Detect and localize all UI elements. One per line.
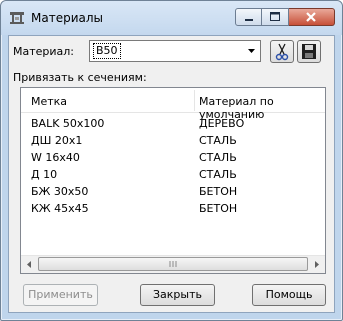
list-header: Метка Материал по умолчанию <box>21 88 325 121</box>
title-bar[interactable]: Материалы <box>1 1 342 35</box>
list-item[interactable]: БЖ 30x50 БЕТОН <box>21 184 325 201</box>
list-rows: BALK 50x100 ДЕРЕВО ДШ 20x1 СТАЛЬ W 16x40 СТ… <box>21 116 325 218</box>
scroll-left-icon[interactable] <box>21 256 38 273</box>
row-material: БЕТОН <box>199 202 238 215</box>
material-select-value: B50 <box>93 43 121 59</box>
close-button[interactable]: Закрыть <box>140 284 215 306</box>
close-window-button[interactable] <box>289 8 335 26</box>
window-title: Материалы <box>31 11 103 25</box>
list-item[interactable]: W 16x40 СТАЛЬ <box>21 150 325 167</box>
row-mark: БЖ 30x50 <box>31 185 89 198</box>
row-material: БЕТОН <box>199 185 238 198</box>
list-item[interactable]: BALK 50x100 ДЕРЕВО <box>21 116 325 133</box>
close-icon <box>306 12 316 22</box>
row-material: СТАЛЬ <box>199 168 237 181</box>
row-mark: BALK 50x100 <box>31 117 105 130</box>
material-select[interactable]: B50 <box>89 40 261 62</box>
scissors-icon <box>275 43 289 61</box>
row-mark: КЖ 45x45 <box>31 202 89 215</box>
horizontal-scrollbar[interactable] <box>21 255 325 273</box>
apply-button[interactable]: Применить <box>23 284 98 306</box>
row-material: ДЕРЕВО <box>199 117 245 130</box>
grip-icon <box>169 261 177 267</box>
sections-list[interactable]: Метка Материал по умолчанию BALK 50x100 Д… <box>20 87 326 274</box>
list-item[interactable]: ДШ 20x1 СТАЛЬ <box>21 133 325 150</box>
row-mark: ДШ 20x1 <box>31 134 83 147</box>
row-material: СТАЛЬ <box>199 151 237 164</box>
minimize-button[interactable] <box>235 8 262 26</box>
floppy-disk-icon <box>302 44 316 59</box>
chevron-down-icon[interactable] <box>243 41 260 61</box>
list-item[interactable]: КЖ 45x45 БЕТОН <box>21 201 325 218</box>
bind-to-sections-label: Привязать к сечениям: <box>13 71 147 84</box>
row-material: СТАЛЬ <box>199 134 237 147</box>
list-item[interactable]: Д 10 СТАЛЬ <box>21 167 325 184</box>
minimize-icon <box>245 19 253 21</box>
cut-button[interactable] <box>270 40 294 63</box>
scrollbar-thumb[interactable] <box>38 257 308 271</box>
materials-dialog: Материалы Материал: B50 Привязать к сече… <box>0 0 343 321</box>
save-button[interactable] <box>297 40 321 63</box>
row-mark: Д 10 <box>31 168 58 181</box>
help-button[interactable]: Помощь <box>252 284 326 306</box>
row-mark: W 16x40 <box>31 151 80 164</box>
material-label: Материал: <box>13 45 75 58</box>
column-divider[interactable] <box>194 90 195 111</box>
maximize-icon <box>270 12 280 21</box>
maximize-button[interactable] <box>262 8 289 26</box>
materials-icon <box>10 12 24 24</box>
scroll-right-icon[interactable] <box>308 256 325 273</box>
column-header-mark[interactable]: Метка <box>31 95 67 108</box>
